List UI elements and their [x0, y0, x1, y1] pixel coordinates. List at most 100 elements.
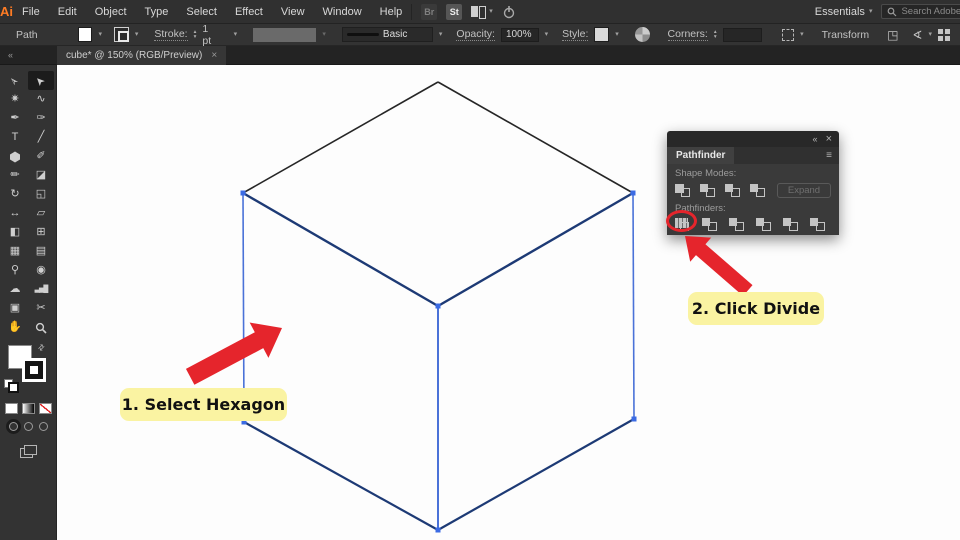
swap-fill-stroke-icon[interactable]: ⇄ [36, 342, 47, 353]
slice-tool[interactable]: ✂ [28, 299, 54, 318]
eraser-tool[interactable]: ◪ [28, 166, 54, 185]
corners-stepper[interactable]: ▴ ▾ [714, 29, 717, 40]
stroke-weight-value[interactable]: 1 pt [202, 23, 219, 47]
menu-select[interactable]: Select [177, 0, 226, 24]
stroke-swatch[interactable] [113, 27, 129, 42]
menu-type[interactable]: Type [136, 0, 178, 24]
curvature-tool[interactable]: ✑ [28, 109, 54, 128]
gradient-tool[interactable]: ▤ [28, 242, 54, 261]
pathfinder-tab[interactable]: Pathfinder [667, 147, 735, 164]
publish-online-icon[interactable] [502, 5, 516, 19]
exclude-icon[interactable] [750, 184, 765, 197]
search-input[interactable]: Search Adobe Stock [881, 4, 960, 19]
workspace-switcher[interactable]: Essentials ▾ [815, 6, 873, 18]
minus-back-icon[interactable] [810, 218, 825, 231]
hand-tool[interactable]: ✋ [2, 318, 28, 337]
toolbar-collapse-icon[interactable]: « [0, 50, 57, 60]
mesh-tool[interactable]: ▦ [2, 242, 28, 261]
trim-icon[interactable] [702, 218, 717, 231]
color-button[interactable] [4, 403, 18, 414]
type-tool[interactable]: T [2, 128, 28, 147]
stroke-weight-stepper[interactable]: ▴ ▾ [194, 29, 197, 40]
stroke-chevron-icon[interactable]: ▾ [135, 31, 139, 38]
width-tool[interactable]: ↔ [2, 204, 28, 223]
artboard-tool[interactable]: ▣ [2, 299, 28, 318]
magic-wand-tool[interactable]: ✷ [2, 90, 28, 109]
style-chevron-icon[interactable]: ▾ [615, 31, 619, 38]
free-transform-tool[interactable]: ▱ [28, 204, 54, 223]
bridge-icon[interactable]: Br [421, 3, 438, 20]
lasso-tool[interactable]: ∿ [28, 90, 54, 109]
blend-tool[interactable]: ◉ [28, 261, 54, 280]
eyedropper-tool[interactable]: ⚲ [2, 261, 28, 280]
intersect-icon[interactable] [725, 184, 740, 197]
draw-inside-icon[interactable] [38, 422, 48, 431]
minus-front-icon[interactable] [700, 184, 715, 197]
tab-close-icon[interactable]: × [211, 50, 217, 61]
gradient-button[interactable] [21, 403, 35, 414]
zoom-tool[interactable] [28, 318, 54, 337]
rotate-tool[interactable]: ↻ [2, 185, 28, 204]
panel-collapse-icon[interactable]: « [813, 134, 818, 144]
select-similar-icon[interactable] [782, 28, 795, 41]
stroke-weight-chevron-icon[interactable]: ▾ [234, 31, 238, 38]
fill-chevron-icon[interactable]: ▾ [98, 31, 102, 38]
corners-value[interactable] [722, 27, 763, 42]
direct-selection-tool[interactable]: ➤ [28, 71, 54, 90]
brush-chevron-icon[interactable]: ▾ [439, 31, 443, 38]
opacity-link[interactable]: Opacity: [456, 28, 495, 41]
selection-tool[interactable]: ➢ [2, 71, 28, 90]
shape-builder-tool[interactable]: ◧ [2, 223, 28, 242]
outline-icon[interactable] [783, 218, 798, 231]
menu-file[interactable]: File [13, 0, 49, 24]
menu-effect[interactable]: Effect [226, 0, 272, 24]
draw-normal-icon[interactable] [8, 422, 18, 431]
panel-dock-grid-icon[interactable] [938, 28, 950, 41]
shaper-tool[interactable]: ✏ [2, 166, 28, 185]
opacity-chevron-icon[interactable]: ▾ [545, 31, 549, 38]
paintbrush-tool[interactable]: ✐ [28, 147, 54, 166]
menu-object[interactable]: Object [86, 0, 136, 24]
transform-label[interactable]: Transform [822, 29, 869, 41]
crop-icon[interactable] [756, 218, 771, 231]
merge-icon[interactable] [729, 218, 744, 231]
stock-icon[interactable]: St [446, 3, 463, 20]
none-button[interactable] [38, 403, 52, 414]
unite-icon[interactable] [675, 184, 690, 197]
pen-tool[interactable]: ✒ [2, 109, 28, 128]
column-graph-tool[interactable]: ▃▅█ [28, 280, 54, 299]
stroke-color-indicator[interactable] [22, 358, 46, 382]
recolor-artwork-icon[interactable] [634, 27, 650, 42]
document-tab[interactable]: cube* @ 150% (RGB/Preview) × [57, 45, 227, 65]
arrange-documents-button[interactable]: ▾ [471, 6, 493, 19]
menu-view[interactable]: View [272, 0, 314, 24]
stroke-link[interactable]: Stroke: [154, 28, 188, 41]
expand-button[interactable]: Expand [777, 183, 831, 198]
draw-behind-icon[interactable] [23, 422, 33, 431]
symbol-sprayer-tool[interactable]: ☁ [2, 280, 28, 299]
panel-menu-icon[interactable]: ≡ [826, 150, 839, 161]
fill-swatch[interactable] [77, 27, 93, 42]
panel-close-icon[interactable]: × [826, 133, 832, 145]
shear-icon[interactable]: ∢ [912, 28, 922, 42]
style-swatch[interactable] [594, 27, 610, 42]
step2-label: 2. Click Divide [688, 292, 824, 325]
menu-help[interactable]: Help [371, 0, 412, 24]
default-fill-stroke-icon[interactable] [4, 379, 19, 393]
variable-width-dropdown[interactable] [253, 27, 317, 42]
select-similar-chevron-icon[interactable]: ▾ [800, 31, 804, 38]
corners-link[interactable]: Corners: [667, 28, 708, 41]
style-link[interactable]: Style: [562, 28, 589, 41]
step1-label: 1. Select Hexagon [120, 388, 287, 421]
menu-window[interactable]: Window [314, 0, 371, 24]
change-screen-mode-icon[interactable] [19, 445, 37, 458]
polygon-tool[interactable] [2, 147, 28, 166]
line-segment-tool[interactable]: ╱ [28, 128, 54, 147]
menu-edit[interactable]: Edit [49, 0, 86, 24]
shear-chevron-icon[interactable]: ▾ [928, 31, 932, 38]
align-icon[interactable]: ◳ [887, 28, 898, 42]
opacity-value[interactable]: 100% [500, 27, 539, 42]
scale-tool[interactable]: ◱ [28, 185, 54, 204]
brush-dropdown[interactable]: Basic [341, 27, 433, 42]
perspective-grid-tool[interactable]: ⊞ [28, 223, 54, 242]
